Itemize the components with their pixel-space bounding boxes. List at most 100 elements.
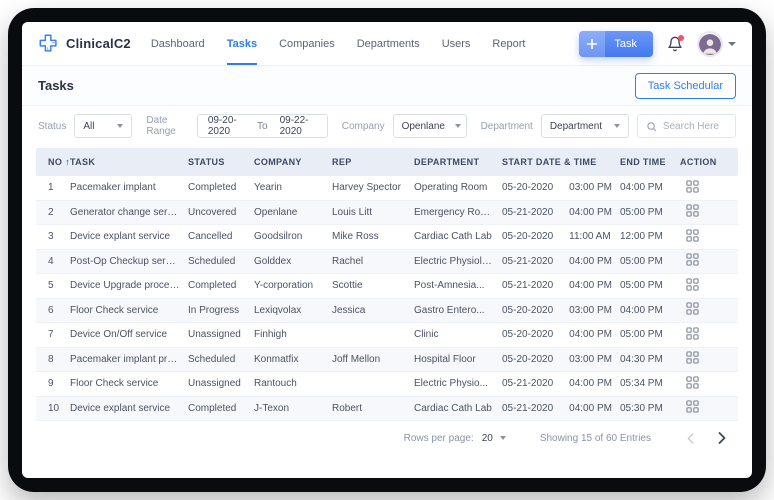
- brand[interactable]: ClinicalC2: [38, 33, 131, 55]
- date-range-input[interactable]: 09-20-2020 To 09-22-2020: [196, 114, 328, 138]
- row-actions-grid-icon[interactable]: [680, 376, 699, 389]
- column-header[interactable]: END TIME: [620, 157, 680, 167]
- column-header[interactable]: COMPANY: [254, 157, 332, 167]
- status-select-value: All: [83, 120, 95, 132]
- cell-status: Completed: [188, 280, 237, 292]
- row-actions-grid-icon[interactable]: [680, 253, 699, 266]
- search-input[interactable]: [662, 120, 727, 132]
- cell-company: Golddex: [254, 255, 292, 267]
- main-nav: Dashboard Tasks Companies Departments Users R…: [151, 22, 525, 65]
- nav-item-tasks[interactable]: Tasks: [226, 22, 258, 65]
- column-header[interactable]: START DATE & TIME: [502, 157, 620, 167]
- search-icon: [646, 121, 657, 132]
- column-header[interactable]: ACTION: [680, 157, 722, 167]
- cell-no: 3: [48, 231, 54, 243]
- row-actions-grid-icon[interactable]: [680, 204, 699, 217]
- cell-status: Scheduled: [188, 353, 236, 365]
- cell-start-datetime: 05-20-2020 03:00 PM: [502, 304, 612, 316]
- table-row[interactable]: 10 Device explant service Completed J-Texon…: [36, 396, 738, 421]
- cell-action: [680, 400, 722, 416]
- cell-company: Yearin: [254, 182, 282, 194]
- column-header[interactable]: TASK: [70, 157, 188, 167]
- table-row[interactable]: 9 Floor Check service Unassigned Rantouch El…: [36, 372, 738, 397]
- date-from-value: 09-20-2020: [207, 115, 237, 137]
- row-actions-grid-icon[interactable]: [680, 229, 699, 242]
- date-range-label: Date Range: [146, 115, 176, 137]
- nav-item-companies[interactable]: Companies: [279, 22, 335, 65]
- cell-company: Goodsilron: [254, 231, 303, 243]
- plus-icon: [579, 30, 606, 57]
- nav-item-users[interactable]: Users: [442, 22, 471, 65]
- column-header[interactable]: DEPARTMENT: [414, 157, 502, 167]
- cell-department: Post-Amnesia...: [414, 280, 485, 292]
- row-actions-grid-icon[interactable]: [680, 302, 699, 315]
- company-filter-label: Company: [341, 120, 385, 132]
- cell-action: [680, 253, 722, 269]
- cell-start-datetime: 05-21-2020 04:00 PM: [502, 378, 612, 390]
- cell-no: 10: [48, 402, 60, 414]
- rows-per-page-value: 20: [481, 432, 493, 444]
- cell-company: J-Texon: [254, 402, 290, 414]
- table-row[interactable]: 7 Device On/Off service Unassigned Finhigh C…: [36, 323, 738, 348]
- cell-no: 1: [48, 182, 54, 194]
- add-task-button[interactable]: Task: [579, 30, 653, 57]
- table-row[interactable]: 1 Pacemaker implant Completed Yearin Harvey …: [36, 176, 738, 201]
- cell-action: [680, 376, 722, 392]
- department-select[interactable]: Department: [540, 114, 629, 138]
- nav-item-departments[interactable]: Departments: [357, 22, 420, 65]
- column-header[interactable]: NO ↑: [36, 157, 70, 167]
- company-select[interactable]: Openlane: [392, 114, 467, 138]
- user-menu[interactable]: [697, 30, 736, 57]
- cell-status: Cancelled: [188, 231, 233, 243]
- cell-no: 6: [48, 304, 54, 316]
- page-title: Tasks: [38, 78, 74, 93]
- cell-start-datetime: 05-21-2020 04:00 PM: [502, 206, 612, 218]
- cell-company: Y-corporation: [254, 280, 314, 292]
- chevron-down-icon: [728, 41, 736, 46]
- nav-item-dashboard[interactable]: Dashboard: [151, 22, 205, 65]
- status-select[interactable]: All: [74, 114, 133, 138]
- table-row[interactable]: 4 Post-Op Checkup service Scheduled Golddex…: [36, 249, 738, 274]
- table-row[interactable]: 6 Floor Check service In Progress Lexiqvola…: [36, 298, 738, 323]
- column-header[interactable]: STATUS: [188, 157, 254, 167]
- row-actions-grid-icon[interactable]: [680, 351, 699, 364]
- cell-action: [680, 278, 722, 294]
- chevron-down-icon: [454, 124, 461, 128]
- rows-per-page-select[interactable]: 20: [482, 433, 506, 444]
- column-header[interactable]: REP: [332, 157, 414, 167]
- cell-end-time: 04:00 PM: [620, 182, 663, 194]
- table-row[interactable]: 8 Pacemaker implant proce... Scheduled Konm…: [36, 347, 738, 372]
- cell-company: Openlane: [254, 206, 298, 218]
- cell-rep: Mike Ross: [332, 231, 379, 243]
- cell-no: 7: [48, 329, 54, 341]
- cell-status: Unassigned: [188, 378, 241, 390]
- row-actions-grid-icon[interactable]: [680, 400, 699, 413]
- cell-action: [680, 180, 722, 196]
- status-filter-label: Status: [38, 120, 67, 132]
- chevron-down-icon: [117, 124, 124, 128]
- cell-department: Electric Physio...: [414, 378, 488, 390]
- cell-task: Device On/Off service: [70, 329, 168, 341]
- nav-item-report[interactable]: Report: [492, 22, 525, 65]
- brand-logo-icon: [38, 33, 60, 55]
- cell-end-time: 05:30 PM: [620, 402, 663, 414]
- task-scheduler-button[interactable]: Task Schedular: [634, 72, 736, 99]
- table-row[interactable]: 3 Device explant service Cancelled Goodsilr…: [36, 225, 738, 250]
- row-actions-grid-icon[interactable]: [680, 327, 699, 340]
- cell-task: Device explant service: [70, 402, 171, 414]
- company-select-value: Openlane: [401, 120, 445, 132]
- table-row[interactable]: 2 Generator change service Uncovered Openla…: [36, 200, 738, 225]
- table-header-row: NO ↑ TASK STATUS COMPANY REP DEPARTMENT START D…: [36, 148, 738, 176]
- cell-status: In Progress: [188, 304, 240, 316]
- cell-end-time: 05:00 PM: [620, 329, 663, 341]
- cell-rep: Scottie: [332, 280, 363, 292]
- row-actions-grid-icon[interactable]: [680, 180, 699, 193]
- cell-action: [680, 204, 722, 220]
- notification-bell-icon[interactable]: [667, 34, 684, 52]
- cell-action: [680, 302, 722, 318]
- row-actions-grid-icon[interactable]: [680, 278, 699, 291]
- prev-page-button[interactable]: [679, 429, 702, 448]
- table-row[interactable]: 5 Device Upgrade procedure Completed Y-corp…: [36, 274, 738, 299]
- cell-company: Lexiqvolax: [254, 304, 302, 316]
- next-page-button[interactable]: [710, 428, 734, 448]
